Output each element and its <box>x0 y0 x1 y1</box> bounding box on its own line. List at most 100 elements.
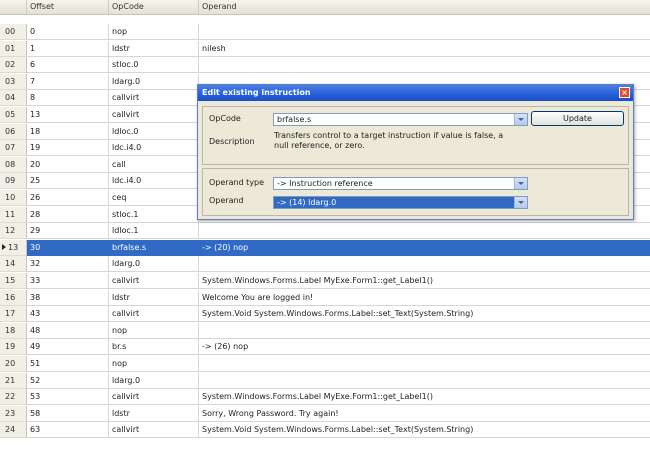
operand-group: Operand type -> Instruction reference Op… <box>202 168 629 216</box>
table-row[interactable]: 24 63 callvirt System.Void System.Windows.F… <box>0 422 650 438</box>
offset-cell[interactable]: 51 <box>27 356 109 372</box>
offset-cell[interactable]: 63 <box>27 422 109 438</box>
offset-cell[interactable]: 29 <box>27 223 109 239</box>
offset-cell[interactable]: 52 <box>27 373 109 389</box>
offset-cell[interactable]: 32 <box>27 256 109 272</box>
table-row[interactable]: 13 30 brfalse.s -> (20) nop <box>0 240 650 256</box>
opcode-cell[interactable]: ceq <box>109 190 199 206</box>
operand-cell[interactable]: System.Void System.Windows.Forms.Label::… <box>199 422 650 438</box>
chevron-down-icon[interactable] <box>514 197 527 208</box>
offset-cell[interactable]: 1 <box>27 41 109 57</box>
opcode-cell[interactable]: nop <box>109 24 199 40</box>
table-row[interactable]: 16 38 ldstr Welcome You are logged in! <box>0 290 650 306</box>
table-row[interactable]: 19 49 br.s -> (26) nop <box>0 339 650 355</box>
row-index: 17 <box>0 306 27 322</box>
row-index: 18 <box>0 323 27 339</box>
opcode-cell[interactable]: ldc.i4.0 <box>109 173 199 189</box>
opcode-cell[interactable]: brfalse.s <box>109 240 199 256</box>
offset-cell[interactable]: 43 <box>27 306 109 322</box>
opcode-cell[interactable]: callvirt <box>109 306 199 322</box>
operand-cell[interactable]: Sorry, Wrong Password. Try again! <box>199 406 650 422</box>
row-index: 03 <box>0 74 27 90</box>
offset-cell[interactable]: 6 <box>27 57 109 73</box>
row-index: 00 <box>0 24 27 40</box>
column-header-opcode[interactable]: OpCode <box>109 0 199 14</box>
opcode-cell[interactable]: ldarg.0 <box>109 373 199 389</box>
opcode-cell[interactable]: ldstr <box>109 290 199 306</box>
offset-cell[interactable]: 13 <box>27 107 109 123</box>
offset-cell[interactable]: 19 <box>27 140 109 156</box>
row-header-corner <box>0 0 27 14</box>
opcode-cell[interactable]: ldloc.1 <box>109 223 199 239</box>
opcode-cell[interactable]: call <box>109 157 199 173</box>
opcode-cell[interactable]: stloc.1 <box>109 207 199 223</box>
opcode-cell[interactable]: callvirt <box>109 389 199 405</box>
opcode-cell[interactable]: callvirt <box>109 107 199 123</box>
opcode-cell[interactable]: ldarg.0 <box>109 256 199 272</box>
offset-cell[interactable]: 28 <box>27 207 109 223</box>
offset-cell[interactable]: 18 <box>27 124 109 140</box>
opcode-cell[interactable]: ldarg.0 <box>109 74 199 90</box>
opcode-cell[interactable]: ldstr <box>109 41 199 57</box>
opcode-cell[interactable]: ldc.i4.0 <box>109 140 199 156</box>
row-index: 15 <box>0 273 27 289</box>
opcode-cell[interactable]: callvirt <box>109 90 199 106</box>
column-header-offset[interactable]: Offset <box>27 0 109 14</box>
offset-cell[interactable]: 53 <box>27 389 109 405</box>
column-header-operand[interactable]: Operand <box>199 0 650 14</box>
update-button[interactable]: Update <box>531 111 624 126</box>
operand-cell[interactable] <box>199 256 650 272</box>
operand-cell[interactable] <box>199 223 650 239</box>
offset-cell[interactable]: 58 <box>27 406 109 422</box>
opcode-cell[interactable]: ldstr <box>109 406 199 422</box>
operand-type-select[interactable]: -> Instruction reference <box>273 177 528 190</box>
opcode-cell[interactable]: ldloc.0 <box>109 124 199 140</box>
table-row[interactable]: 14 32 ldarg.0 <box>0 256 650 272</box>
opcode-cell[interactable]: callvirt <box>109 273 199 289</box>
operand-cell[interactable]: System.Void System.Windows.Forms.Label::… <box>199 306 650 322</box>
offset-cell[interactable]: 26 <box>27 190 109 206</box>
table-row[interactable]: 23 58 ldstr Sorry, Wrong Password. Try agai… <box>0 406 650 422</box>
operand-cell[interactable] <box>199 57 650 73</box>
operand-cell[interactable]: System.Windows.Forms.Label MyExe.Form1::… <box>199 273 650 289</box>
offset-cell[interactable]: 30 <box>27 240 109 256</box>
offset-cell[interactable]: 7 <box>27 74 109 90</box>
operand-select[interactable]: -> (14) ldarg.0 <box>273 196 528 209</box>
opcode-cell[interactable]: br.s <box>109 339 199 355</box>
offset-cell[interactable]: 8 <box>27 90 109 106</box>
chevron-down-icon[interactable] <box>514 114 527 125</box>
operand-cell[interactable] <box>199 24 650 40</box>
table-row[interactable]: 12 29 ldloc.1 <box>0 223 650 239</box>
chevron-down-icon[interactable] <box>514 178 527 189</box>
offset-cell[interactable]: 49 <box>27 339 109 355</box>
offset-cell[interactable]: 48 <box>27 323 109 339</box>
operand-cell[interactable] <box>199 373 650 389</box>
operand-cell[interactable]: System.Windows.Forms.Label MyExe.Form1::… <box>199 389 650 405</box>
table-row[interactable]: 22 53 callvirt System.Windows.Forms.Label M… <box>0 389 650 405</box>
offset-cell[interactable]: 25 <box>27 173 109 189</box>
table-row[interactable]: 15 33 callvirt System.Windows.Forms.Label M… <box>0 273 650 289</box>
table-row[interactable]: 20 51 nop <box>0 356 650 372</box>
offset-cell[interactable]: 20 <box>27 157 109 173</box>
opcode-cell[interactable]: stloc.0 <box>109 57 199 73</box>
opcode-select[interactable]: brfalse.s <box>273 113 528 126</box>
table-row[interactable]: 00 0 nop <box>0 24 650 40</box>
offset-cell[interactable]: 38 <box>27 290 109 306</box>
opcode-cell[interactable]: callvirt <box>109 422 199 438</box>
table-row[interactable]: 02 6 stloc.0 <box>0 57 650 73</box>
offset-cell[interactable]: 0 <box>27 24 109 40</box>
table-row[interactable]: 17 43 callvirt System.Void System.Windows.F… <box>0 306 650 322</box>
operand-cell[interactable]: -> (20) nop <box>199 240 650 256</box>
opcode-cell[interactable]: nop <box>109 356 199 372</box>
offset-cell[interactable]: 33 <box>27 273 109 289</box>
table-row[interactable]: 18 48 nop <box>0 323 650 339</box>
table-row[interactable]: 01 1 ldstr nilesh <box>0 41 650 57</box>
opcode-cell[interactable]: nop <box>109 323 199 339</box>
close-icon[interactable]: × <box>619 87 630 98</box>
operand-cell[interactable] <box>199 356 650 372</box>
table-row[interactable]: 21 52 ldarg.0 <box>0 373 650 389</box>
operand-cell[interactable]: -> (26) nop <box>199 339 650 355</box>
operand-cell[interactable]: Welcome You are logged in! <box>199 290 650 306</box>
operand-cell[interactable]: nilesh <box>199 41 650 57</box>
operand-cell[interactable] <box>199 323 650 339</box>
